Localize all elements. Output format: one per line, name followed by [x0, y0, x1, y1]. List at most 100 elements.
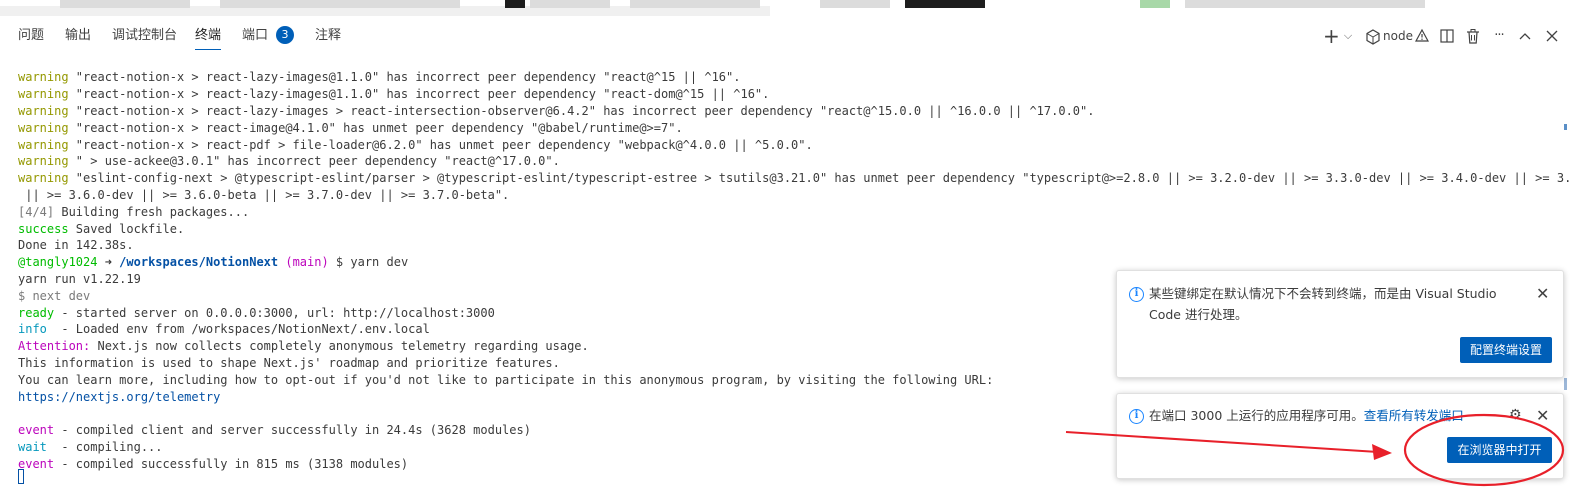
terminal-line: yarn run v1.22.19 — [18, 271, 141, 288]
log-text: - compiling... — [46, 440, 163, 454]
log-text: Done in 142.38s. — [18, 238, 134, 252]
thumbnail — [630, 0, 760, 8]
log-text: Saved lockfile. — [68, 222, 185, 236]
terminal-line: Attention: Next.js now collects complete… — [18, 338, 589, 355]
panel-actions: + ⌵ node ··· — [0, 16, 1590, 56]
thumbnail — [820, 0, 890, 8]
port-message: 在端口 3000 上运行的应用程序可用。 — [1149, 408, 1364, 423]
notification-message: 在端口 3000 上运行的应用程序可用。查看所有转发端口 — [1149, 406, 1464, 426]
log-text: - Loaded env from /workspaces/NotionNext… — [46, 322, 430, 336]
terminal-line: warning "react-notion-x > react-image@4.… — [18, 120, 683, 137]
terminal-line: This information is used to shape Next.j… — [18, 355, 560, 372]
log-level: info — [18, 322, 47, 336]
log-text: You can learn more, including how to opt… — [18, 373, 994, 387]
terminal-line: You can learn more, including how to opt… — [18, 372, 993, 389]
log-level: warning — [18, 104, 69, 118]
view-forwarded-ports-link[interactable]: 查看所有转发端口 — [1364, 408, 1464, 423]
terminal-line: warning "eslint-config-next > @typescrip… — [18, 170, 1570, 187]
log-level: warning — [18, 70, 69, 84]
maximize-panel-icon[interactable] — [1518, 26, 1532, 46]
configure-terminal-settings-button[interactable]: 配置终端设置 — [1460, 337, 1552, 363]
shell-name[interactable]: node — [1383, 26, 1413, 46]
terminal-line: ready - started server on 0.0.0.0:3000, … — [18, 305, 495, 322]
log-text: "react-notion-x > react-pdf > file-loade… — [68, 138, 813, 152]
trash-icon[interactable] — [1466, 26, 1480, 46]
log-text[interactable]: https://nextjs.org/telemetry — [18, 390, 220, 404]
terminal-cursor — [18, 469, 24, 484]
info-icon: i — [1129, 409, 1144, 424]
background-window-strip — [0, 0, 1590, 16]
log-text: yarn run v1.22.19 — [18, 272, 141, 286]
scrollbar-marker — [1564, 124, 1567, 130]
log-text: This information is used to shape Next.j… — [18, 356, 560, 370]
log-level: wait — [18, 440, 47, 454]
warning-icon[interactable] — [1415, 26, 1429, 46]
notification-message: 某些键绑定在默认情况下不会转到终端，而是由 Visual Studio — [1149, 286, 1497, 301]
log-text: Next.js now collects completely anonymou… — [90, 339, 589, 353]
log-text: - compiled successfully in 815 ms (3138 … — [54, 457, 409, 471]
terminal-line: || >= 3.6.0-dev || >= 3.6.0-beta || >= 3… — [18, 187, 509, 204]
log-text: "react-notion-x > react-lazy-images@1.1.… — [68, 70, 741, 84]
keybinding-notification: i 某些键绑定在默认情况下不会转到终端，而是由 Visual Studio Co… — [1116, 270, 1564, 378]
thumbnail — [530, 0, 610, 8]
gear-icon[interactable]: ⚙ — [1509, 407, 1522, 423]
thumbnail — [1140, 0, 1170, 8]
terminal-line: Done in 142.38s. — [18, 237, 134, 254]
log-step: [4/4] — [18, 205, 55, 219]
log-text: "eslint-config-next > @typescript-eslint… — [68, 171, 1570, 185]
close-icon[interactable]: ✕ — [1536, 286, 1549, 302]
log-text: || >= 3.6.0-dev || >= 3.6.0-beta || >= 3… — [18, 188, 510, 202]
log-text: - started server on 0.0.0.0:3000, url: h… — [54, 306, 495, 320]
log-level: warning — [18, 87, 69, 101]
more-actions-icon[interactable]: ··· — [1490, 26, 1508, 46]
log-text: - compiled client and server successfull… — [54, 423, 531, 437]
log-level: warning — [18, 138, 69, 152]
thumbnail — [905, 0, 985, 8]
prompt-user: @tangly1024 — [18, 255, 98, 269]
thumbnail — [60, 0, 190, 8]
scrollbar-marker — [1564, 378, 1567, 390]
log-level: ready — [18, 306, 55, 320]
terminal-line: success Saved lockfile. — [18, 221, 184, 238]
shell-prompt: @tangly1024 ➜ /workspaces/NotionNext (ma… — [18, 254, 408, 271]
open-in-browser-button[interactable]: 在浏览器中打开 — [1447, 437, 1552, 463]
notification-message-line2: Code 进行处理。 — [1149, 307, 1248, 322]
terminal-line: warning "react-notion-x > react-lazy-ima… — [18, 69, 740, 86]
log-level: success — [18, 222, 69, 236]
prompt-path: /workspaces/NotionNext — [119, 255, 279, 269]
terminal-line: [4/4] Building fresh packages... — [18, 204, 249, 221]
split-terminal-icon[interactable] — [1440, 26, 1454, 46]
prompt-command: $ yarn dev — [328, 255, 409, 269]
log-level: Attention: — [18, 339, 91, 353]
terminal-line: info - Loaded env from /workspaces/Notio… — [18, 321, 430, 338]
port-forward-notification: i 在端口 3000 上运行的应用程序可用。查看所有转发端口 ⚙ ✕ 在浏览器中… — [1116, 393, 1564, 479]
terminal-line: warning "react-notion-x > react-lazy-ima… — [18, 103, 1094, 120]
terminal-line: event - compiled successfully in 815 ms … — [18, 456, 408, 473]
log-text: "react-notion-x > react-lazy-images@1.1.… — [68, 87, 770, 101]
chevron-down-icon[interactable]: ⌵ — [1342, 26, 1354, 46]
log-text: $ next dev — [18, 289, 91, 303]
info-icon: i — [1129, 287, 1144, 302]
new-terminal-icon[interactable]: + — [1323, 26, 1340, 46]
thumbnail — [220, 0, 460, 8]
log-level: warning — [18, 154, 69, 168]
terminal-line: event - compiled client and server succe… — [18, 422, 531, 439]
telemetry-link[interactable]: https://nextjs.org/telemetry — [18, 389, 220, 406]
terminal-line: warning "react-notion-x > react-pdf > fi… — [18, 137, 813, 154]
thumbnail — [505, 0, 525, 8]
thumbnail — [1185, 0, 1425, 8]
prompt-branch: (main) — [278, 255, 329, 269]
log-level: event — [18, 423, 55, 437]
log-level: warning — [18, 171, 69, 185]
prompt-arrow: ➜ — [97, 255, 120, 269]
log-text: Building fresh packages... — [54, 205, 250, 219]
log-level: warning — [18, 121, 69, 135]
close-panel-icon[interactable] — [1545, 26, 1559, 46]
log-text: "react-notion-x > react-lazy-images > re… — [68, 104, 1095, 118]
log-text: "react-notion-x > react-image@4.1.0" has… — [68, 121, 683, 135]
terminal-line: warning " > use-ackee@3.0.1" has incorre… — [18, 153, 560, 170]
terminal-shell-icon[interactable] — [1366, 26, 1380, 46]
terminal-line: wait - compiling... — [18, 439, 163, 456]
log-text: " > use-ackee@3.0.1" has incorrect peer … — [68, 154, 560, 168]
close-icon[interactable]: ✕ — [1536, 408, 1549, 424]
